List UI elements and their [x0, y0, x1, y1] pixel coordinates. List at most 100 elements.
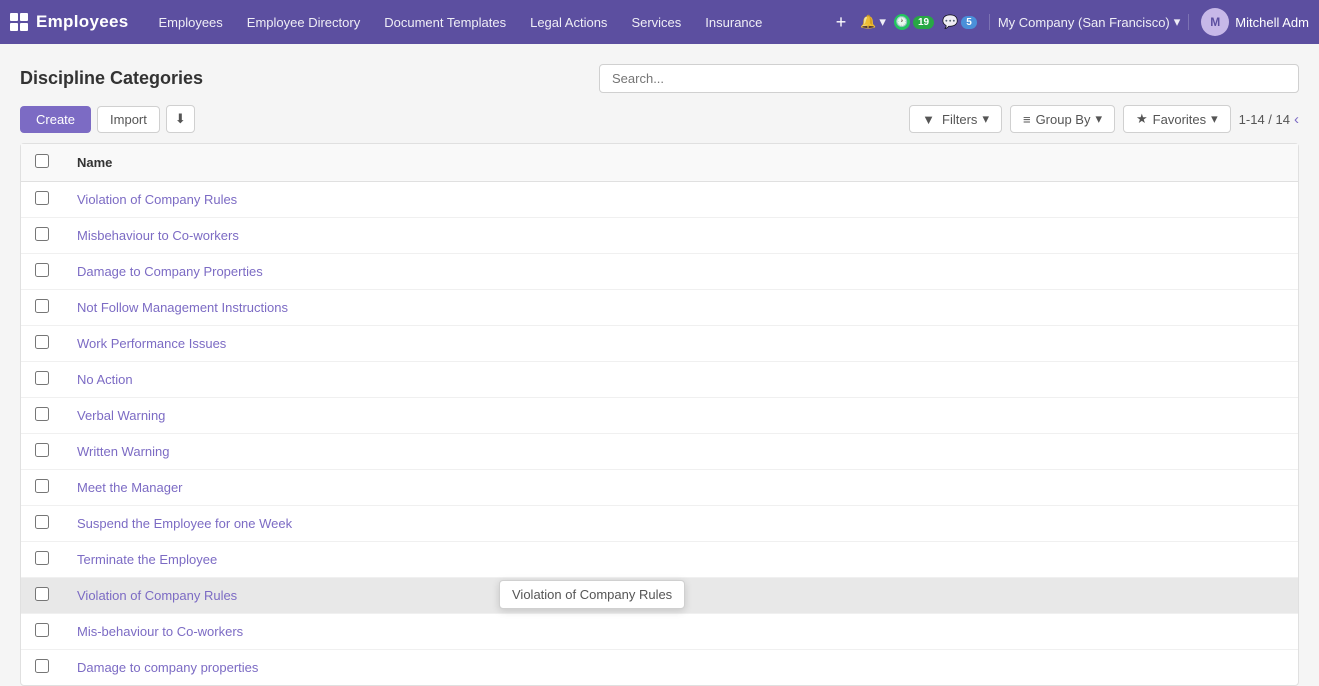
pagination-prev-button[interactable]: ‹: [1294, 111, 1299, 128]
company-selector[interactable]: My Company (San Francisco) ▾: [989, 14, 1189, 30]
search-bar: [599, 64, 1299, 93]
row-name[interactable]: Terminate the Employee: [63, 542, 1298, 578]
row-checkbox[interactable]: [35, 659, 49, 673]
row-name[interactable]: Verbal Warning: [63, 398, 1298, 434]
row-checkbox[interactable]: [35, 191, 49, 205]
row-checkbox-cell: [21, 434, 63, 470]
row-name[interactable]: Mis-behaviour to Co-workers: [63, 614, 1298, 650]
row-name[interactable]: Damage to Company Properties: [63, 254, 1298, 290]
toolbar-left: Create Import ⬇: [20, 105, 195, 133]
row-checkbox[interactable]: [35, 371, 49, 385]
star-icon: ★: [1136, 111, 1148, 127]
row-name[interactable]: Meet the Manager: [63, 470, 1298, 506]
row-checkbox[interactable]: [35, 299, 49, 313]
company-chevron-icon: ▾: [1174, 14, 1181, 30]
row-checkbox-cell: [21, 326, 63, 362]
company-name: My Company (San Francisco): [998, 15, 1170, 30]
row-checkbox-cell: [21, 650, 63, 686]
row-checkbox[interactable]: [35, 263, 49, 277]
download-icon: ⬇: [175, 111, 186, 126]
create-button[interactable]: Create: [20, 106, 91, 133]
select-all-checkbox[interactable]: [35, 154, 49, 168]
group-by-chevron-icon: ▾: [1095, 111, 1102, 127]
row-checkbox[interactable]: [35, 587, 49, 601]
notifications-button[interactable]: 🔔 ▾: [860, 14, 886, 30]
row-checkbox-cell: [21, 542, 63, 578]
app-logo[interactable]: Employees: [10, 12, 128, 32]
chevron-down-icon: ▾: [879, 14, 886, 30]
table-row: Meet the Manager: [21, 470, 1298, 506]
row-checkbox[interactable]: [35, 335, 49, 349]
search-input[interactable]: [599, 64, 1299, 93]
table-row: Verbal Warning: [21, 398, 1298, 434]
row-checkbox-cell: [21, 218, 63, 254]
select-all-cell: [21, 144, 63, 182]
messages-button[interactable]: 💬 5: [942, 14, 977, 30]
row-name[interactable]: Misbehaviour to Co-workers: [63, 218, 1298, 254]
row-checkbox[interactable]: [35, 551, 49, 565]
favorites-button[interactable]: ★ Favorites ▾: [1123, 105, 1231, 133]
table-container: Name Violation of Company Rules Misbehav…: [20, 143, 1299, 686]
table-row: Work Performance Issues: [21, 326, 1298, 362]
app-title: Employees: [36, 12, 128, 32]
row-name[interactable]: Violation of Company Rules: [63, 182, 1298, 218]
row-checkbox-cell: [21, 470, 63, 506]
page-title: Discipline Categories: [20, 68, 203, 89]
table-row: No Action: [21, 362, 1298, 398]
pagination-text: 1-14 / 14: [1239, 112, 1290, 127]
table-body: Violation of Company Rules Misbehaviour …: [21, 182, 1298, 686]
user-menu[interactable]: M Mitchell Adm: [1201, 8, 1309, 36]
row-checkbox[interactable]: [35, 227, 49, 241]
filters-button[interactable]: ▼ Filters ▾: [909, 105, 1002, 133]
table-row: Not Follow Management Instructions: [21, 290, 1298, 326]
import-button[interactable]: Import: [97, 106, 160, 133]
row-checkbox-cell: [21, 506, 63, 542]
nav-services[interactable]: Services: [621, 11, 691, 34]
download-button[interactable]: ⬇: [166, 105, 195, 133]
group-by-icon: ≡: [1023, 112, 1031, 127]
activity-icon: 🕐: [894, 14, 910, 30]
table-row: Damage to Company Properties: [21, 254, 1298, 290]
row-checkbox-cell: [21, 614, 63, 650]
row-name[interactable]: No Action: [63, 362, 1298, 398]
nav-employees[interactable]: Employees: [148, 11, 232, 34]
favorites-chevron-icon: ▾: [1211, 111, 1218, 127]
row-checkbox-cell: [21, 254, 63, 290]
nav-actions: + 🔔 ▾ 🕐 19 💬 5 My Company (San Francisco…: [830, 8, 1309, 36]
row-checkbox[interactable]: [35, 407, 49, 421]
user-name: Mitchell Adm: [1235, 15, 1309, 30]
nav-employee-directory[interactable]: Employee Directory: [237, 11, 370, 34]
table-row: Suspend the Employee for one Week: [21, 506, 1298, 542]
row-checkbox[interactable]: [35, 443, 49, 457]
table-row: Violation of Company Rules: [21, 578, 1298, 614]
row-name[interactable]: Not Follow Management Instructions: [63, 290, 1298, 326]
group-by-button[interactable]: ≡ Group By ▾: [1010, 105, 1115, 133]
nav-links: Employees Employee Directory Document Te…: [148, 11, 829, 34]
row-name[interactable]: Violation of Company Rules: [63, 578, 1298, 614]
nav-insurance[interactable]: Insurance: [695, 11, 772, 34]
row-checkbox-cell: [21, 398, 63, 434]
row-name[interactable]: Written Warning: [63, 434, 1298, 470]
row-name[interactable]: Suspend the Employee for one Week: [63, 506, 1298, 542]
row-name[interactable]: Work Performance Issues: [63, 326, 1298, 362]
activity-button[interactable]: 🕐 19: [894, 14, 934, 30]
page-header: Discipline Categories: [20, 64, 1299, 93]
row-checkbox-cell: [21, 578, 63, 614]
activity-badge: 19: [913, 16, 934, 29]
column-header-name[interactable]: Name: [63, 144, 1298, 182]
bell-icon: 🔔: [860, 14, 876, 30]
chat-icon: 💬: [942, 14, 958, 30]
add-button[interactable]: +: [830, 12, 853, 33]
table-row: Damage to company properties: [21, 650, 1298, 686]
avatar: M: [1201, 8, 1229, 36]
discipline-table: Name Violation of Company Rules Misbehav…: [21, 144, 1298, 685]
pagination-info: 1-14 / 14 ‹: [1239, 111, 1299, 128]
nav-document-templates[interactable]: Document Templates: [374, 11, 516, 34]
row-checkbox[interactable]: [35, 515, 49, 529]
table-row: Mis-behaviour to Co-workers: [21, 614, 1298, 650]
row-checkbox[interactable]: [35, 479, 49, 493]
row-name[interactable]: Damage to company properties: [63, 650, 1298, 686]
row-checkbox[interactable]: [35, 623, 49, 637]
toolbar-right: ▼ Filters ▾ ≡ Group By ▾ ★ Favorites ▾ 1…: [909, 105, 1299, 133]
nav-legal-actions[interactable]: Legal Actions: [520, 11, 617, 34]
